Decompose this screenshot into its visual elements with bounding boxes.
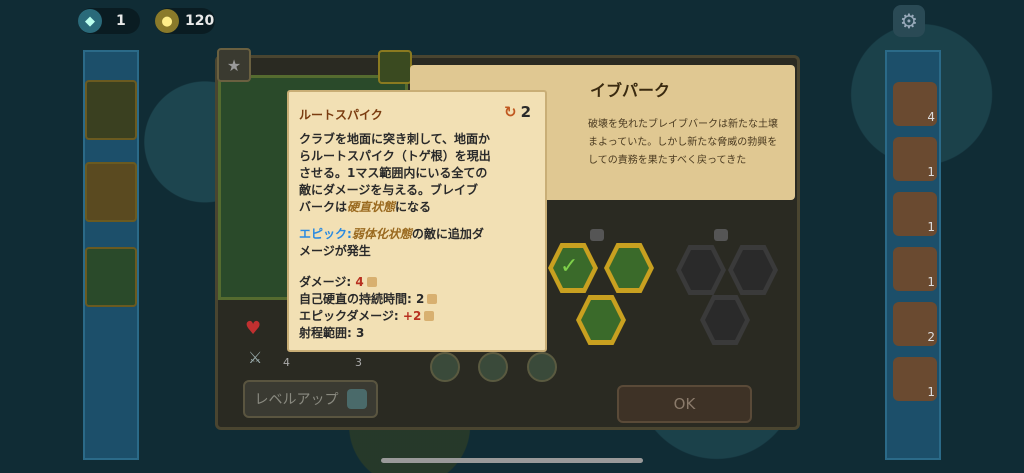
ok-label: OK (673, 395, 696, 413)
stiff-status-text: 硬直状態 (347, 200, 396, 214)
item-count: 4 (927, 110, 935, 124)
class-emblem-icon (378, 50, 412, 84)
gem-count: 1 (116, 13, 126, 29)
range-stat: 射程範囲: 3 (299, 324, 364, 341)
hero-stat-2: 3 (355, 356, 362, 369)
gem-icon: ◆ (78, 9, 102, 33)
damage-stat: ダメージ: 4 (299, 273, 377, 290)
skill-description-line: クラブを地面に突き刺して、地面か (299, 132, 491, 146)
stat-label: ダメージ: (299, 275, 352, 289)
level-up-label: レベルアップ (254, 392, 339, 408)
hex-node-icon (714, 229, 728, 241)
wood-bundle-icon[interactable]: 4 (893, 82, 937, 126)
stun-duration-stat: 自己硬直の持続時間: 2 (299, 290, 438, 307)
level-up-button[interactable]: レベルアップ (243, 380, 378, 418)
stone-icon[interactable]: 1 (893, 192, 937, 236)
hero-portrait-braveburk[interactable] (85, 80, 137, 140)
coin-icon: ● (155, 9, 179, 33)
desc-text: バークは (299, 200, 348, 214)
hex-node-icon (590, 229, 604, 241)
skill-description-line: らルートスパイク（トゲ根）を現出 (299, 149, 491, 163)
chat-icon (346, 389, 367, 409)
cooldown: ↻ 2 (504, 103, 531, 121)
settings-gear-icon[interactable]: ⚙ (893, 5, 925, 37)
coin-counter: ● 120 (155, 8, 215, 34)
epic-text: の敵に追加ダ (411, 227, 484, 241)
equipment-slot-1[interactable] (430, 352, 460, 382)
stun-value: 2 (416, 292, 425, 306)
stat-label: 射程範囲: (299, 326, 352, 340)
equipment-slot-2[interactable] (478, 352, 508, 382)
skill-description-line: 敵にダメージを与える。ブレイブ (299, 183, 479, 197)
potion-icon[interactable]: 2 (893, 302, 937, 346)
hero-list-banner (83, 50, 139, 460)
nest-icon[interactable]: 1 (893, 247, 937, 291)
cooldown-value: 2 (520, 103, 531, 121)
gem-counter: ◆ 1 (78, 8, 140, 34)
epic-label: エピック: (299, 227, 352, 241)
home-indicator (381, 458, 643, 463)
skill-description-line: させる。1マス範囲内にいる全ての (299, 166, 488, 180)
damage-value: 4 (355, 275, 364, 289)
hourglass-mini-icon (427, 294, 438, 304)
epic-damage-value: +2 (402, 309, 422, 323)
story-heading: イブパーク (590, 81, 671, 100)
epic-line: メージが発生 (299, 244, 371, 258)
story-line: 破壊を免れたブレイブバークは新たな土壌 (588, 119, 778, 130)
sword-icon: ⚔ (248, 348, 263, 367)
coin-count: 120 (185, 13, 215, 29)
skill-description-line: バークは硬直状態になる (299, 198, 431, 215)
item-count: 1 (927, 220, 935, 234)
item-count: 1 (927, 165, 935, 179)
item-count: 2 (927, 330, 935, 344)
inventory-banner: 4 1 1 1 2 1 (885, 50, 941, 460)
skill-title: ルートスパイク (299, 108, 383, 122)
heart-icon: ♥ (245, 318, 262, 339)
item-count: 1 (927, 275, 935, 289)
equipment-slot-3[interactable] (527, 352, 557, 382)
story-line: まよっていた。しかし新たな脅威の勃興を (588, 137, 778, 148)
hero-portrait-2[interactable] (85, 162, 137, 222)
range-value: 3 (356, 326, 365, 340)
skill-tooltip: ルートスパイク ↻ 2 クラブを地面に突き刺して、地面か らルートスパイク（トゲ… (287, 90, 547, 352)
cooldown-icon: ↻ (503, 103, 517, 121)
hero-portrait-3[interactable] (85, 247, 137, 307)
leaf-icon[interactable]: 1 (893, 137, 937, 181)
sword-mini-icon (366, 277, 377, 287)
stat-label: エピックダメージ: (299, 309, 399, 323)
desc-text: になる (395, 200, 432, 214)
story-line: しての責務を果たすべく戻ってきた (588, 155, 747, 166)
epic-damage-stat: エピックダメージ: +2 (299, 307, 435, 324)
item-count: 1 (927, 385, 935, 399)
epic-line: エピック:弱体化状態の敵に追加ダ (299, 225, 484, 242)
sword-mini-icon (424, 311, 435, 321)
weakened-status-text: 弱体化状態 (351, 227, 412, 241)
torch-icon[interactable]: 1 (893, 357, 937, 401)
star-rank-icon: ★ (217, 48, 251, 82)
hero-stat-1: 4 (283, 356, 290, 369)
ok-button[interactable]: OK (617, 385, 752, 423)
stat-label: 自己硬直の持続時間: (299, 292, 412, 306)
selected-check-icon: ✓ (560, 254, 579, 279)
